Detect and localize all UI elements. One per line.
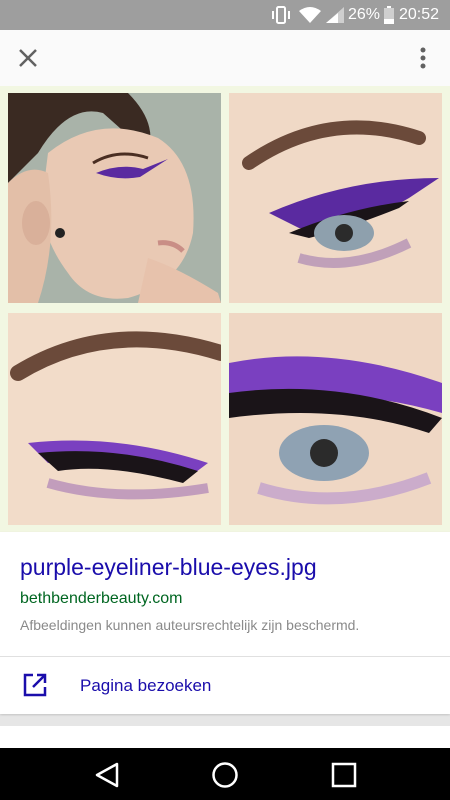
next-card-edge <box>0 726 450 748</box>
copyright-notice: Afbeeldingen kunnen auteursrechtelijk zi… <box>20 617 360 633</box>
eyeliner-photo-eye-closed <box>8 313 221 525</box>
vibrate-icon <box>272 6 290 24</box>
open-in-new-icon <box>23 673 47 697</box>
navigation-bar <box>0 748 450 800</box>
image-info-card: purple-eyeliner-blue-eyes.jpg bethbender… <box>0 532 450 714</box>
battery-icon <box>384 6 394 24</box>
image-preview[interactable] <box>0 86 450 532</box>
close-icon[interactable] <box>14 44 42 72</box>
eyeliner-photo-eye-closeup <box>229 313 442 525</box>
recents-icon[interactable] <box>329 760 359 790</box>
status-bar: 26% 20:52 <box>0 0 450 30</box>
signal-icon <box>326 7 344 23</box>
visit-page-label: Pagina bezoeken <box>80 676 212 695</box>
back-icon[interactable] <box>92 760 122 790</box>
more-vert-icon[interactable] <box>410 44 436 72</box>
eyeliner-photo-eye-open <box>229 93 442 303</box>
eyeliner-photo-model <box>8 93 221 303</box>
image-source-domain: bethbenderbeauty.com <box>20 590 183 607</box>
clock: 20:52 <box>399 6 440 23</box>
visit-page-button[interactable]: Pagina bezoeken <box>0 657 450 714</box>
viewer-toolbar <box>0 30 450 87</box>
battery-percent: 26% <box>348 6 381 23</box>
wifi-icon <box>299 7 321 23</box>
home-icon[interactable] <box>210 760 240 790</box>
image-file-name[interactable]: purple-eyeliner-blue-eyes.jpg <box>20 554 317 581</box>
